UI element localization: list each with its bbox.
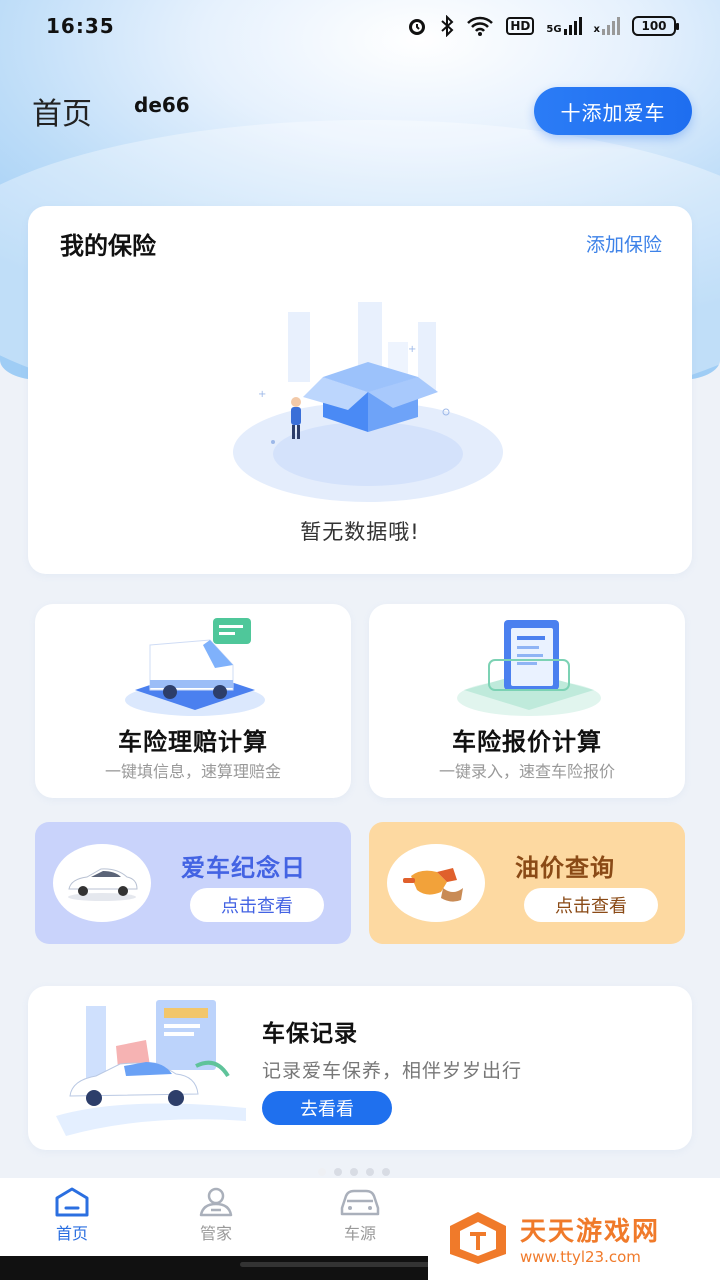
home-icon [55, 1187, 89, 1217]
person-icon [199, 1187, 233, 1217]
svg-text:+: + [408, 344, 416, 355]
empty-box-illustration: + + [233, 302, 503, 502]
watermark-logo-icon [450, 1212, 506, 1264]
watermark-text: 天天游戏网 www.ttyl23.com [520, 1211, 660, 1266]
oil-price-title: 油价查询 [515, 854, 615, 882]
van-illustration [125, 618, 265, 716]
add-car-button[interactable]: 十添加爱车 [534, 87, 692, 135]
page-header: 首页 de66 十添加爱车 [32, 86, 692, 136]
tab-car-source-label: 车源 [343, 1224, 376, 1243]
status-icons: HD 5G x 100 [406, 15, 679, 37]
oil-price-button[interactable]: 点击查看 [524, 888, 658, 922]
wifi-icon [467, 16, 494, 36]
claim-calculator-card[interactable]: 车险理赔计算 一键填信息，速算理赔金 [35, 604, 351, 798]
status-bar: 16:35 HD 5G x 100 [0, 0, 720, 52]
hd-icon: HD [506, 17, 535, 35]
tab-car-source[interactable]: 车源 [288, 1178, 432, 1256]
car-anniversary-title: 爱车纪念日 [181, 854, 306, 882]
page-dot [366, 1168, 374, 1176]
car-record-title: 车保记录 [262, 1021, 358, 1047]
page-indicator [318, 1168, 390, 1176]
insurance-title: 我的保险 [60, 232, 156, 260]
watermark: 天天游戏网 www.ttyl23.com [428, 1196, 720, 1280]
fuel-nozzle-icon [403, 868, 463, 902]
fuel-icon-circle [387, 844, 485, 922]
claim-calculator-subtitle: 一键填信息，速算理赔金 [104, 762, 281, 781]
car-anniversary-card[interactable]: 爱车纪念日 点击查看 [35, 822, 351, 944]
alarm-icon [409, 19, 426, 35]
page-title: 首页 [32, 97, 92, 132]
empty-state-text: 暂无数据哦! [300, 520, 420, 544]
document-illustration [457, 620, 601, 716]
bluetooth-icon [441, 15, 454, 37]
page-dot [382, 1168, 390, 1176]
quote-calculator-card[interactable]: 车险报价计算 一键录入，速查车险报价 [369, 604, 685, 798]
oil-price-card[interactable]: 油价查询 点击查看 [369, 822, 685, 944]
car-anniversary-button[interactable]: 点击查看 [190, 888, 324, 922]
system-nav-bar [0, 1256, 428, 1280]
signal-5g-icon: 5G [546, 17, 582, 35]
car-record-card: 车保记录 记录爱车保养，相伴岁岁出行 去看看 [28, 986, 692, 1150]
signal-icon: x [594, 17, 620, 35]
page-dot [318, 1168, 326, 1176]
car-icon-circle [53, 844, 151, 922]
car-record-button[interactable]: 去看看 [262, 1091, 392, 1125]
svg-text:+: + [258, 389, 266, 400]
claim-calculator-title: 车险理赔计算 [118, 728, 268, 756]
insurance-card: 我的保险 添加保险 + + 暂无数据哦! [28, 206, 692, 574]
tab-home-label: 首页 [55, 1224, 88, 1243]
add-insurance-link[interactable]: 添加保险 [586, 230, 662, 257]
status-time: 16:35 [46, 14, 115, 38]
tab-home[interactable]: 首页 [0, 1178, 144, 1256]
tab-butler[interactable]: 管家 [144, 1178, 288, 1256]
page-dot [350, 1168, 358, 1176]
username: de66 [134, 93, 190, 117]
car-icon [68, 868, 138, 901]
battery-icon: 100 [632, 16, 679, 36]
tab-butler-label: 管家 [199, 1224, 232, 1243]
page-dot [334, 1168, 342, 1176]
car-icon [340, 1189, 380, 1216]
car-record-illustration [56, 1000, 246, 1136]
watermark-url: www.ttyl23.com [520, 1247, 641, 1266]
quote-calculator-subtitle: 一键录入，速查车险报价 [438, 762, 615, 781]
car-record-subtitle: 记录爱车保养，相伴岁岁出行 [262, 1060, 523, 1082]
quote-calculator-title: 车险报价计算 [452, 728, 602, 756]
watermark-name: 天天游戏网 [520, 1216, 661, 1247]
